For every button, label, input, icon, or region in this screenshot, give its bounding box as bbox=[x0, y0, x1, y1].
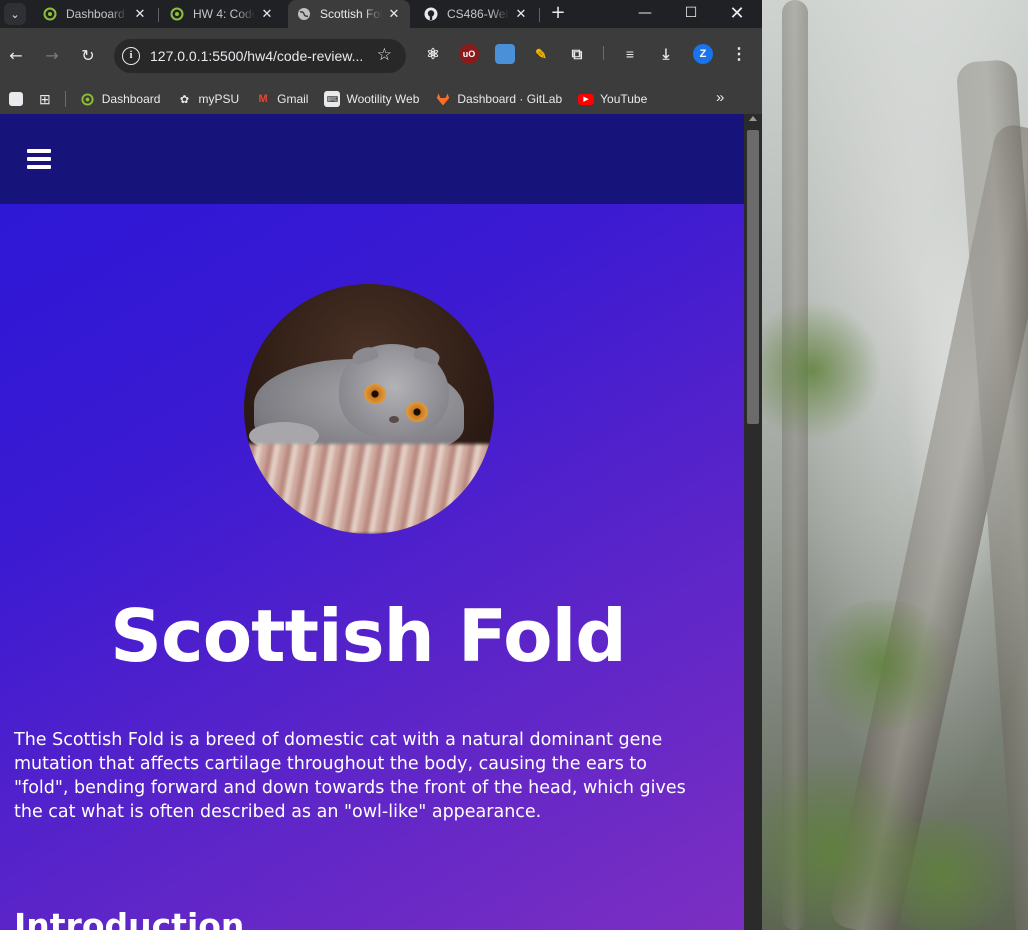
canvas-icon bbox=[42, 6, 58, 22]
gitlab-icon bbox=[435, 91, 451, 107]
tab-hw4[interactable]: HW 4: Code Review ✕ bbox=[161, 0, 283, 28]
notes-extension-icon[interactable]: ✎ bbox=[531, 44, 551, 64]
puzzle-icon[interactable]: ⧉ bbox=[567, 44, 587, 64]
forward-button[interactable]: → bbox=[38, 42, 66, 70]
github-icon bbox=[423, 6, 439, 22]
tab-dashboard[interactable]: Dashboard ✕ bbox=[34, 0, 156, 28]
intro-paragraph: The Scottish Fold is a breed of domestic… bbox=[14, 730, 686, 822]
site-info-icon[interactable]: i bbox=[122, 47, 140, 65]
bookmark-label: Dashboard bbox=[101, 92, 161, 106]
desktop-wallpaper bbox=[762, 0, 1028, 930]
extension-icon[interactable] bbox=[495, 44, 515, 64]
bookmark-star-icon[interactable]: ☆ bbox=[377, 45, 392, 65]
profile-avatar[interactable]: Z bbox=[693, 44, 713, 64]
canvas-icon bbox=[80, 91, 96, 107]
bookmark-wootility[interactable]: ⌨ Wootility Web bbox=[324, 91, 419, 107]
close-icon[interactable]: ✕ bbox=[513, 6, 529, 22]
tab-title: HW 4: Code Review bbox=[193, 7, 255, 21]
minimize-button[interactable]: — bbox=[622, 0, 668, 28]
browser-toolbar: ← → ↻ i 127.0.0.1:5500/hw4/code-review..… bbox=[0, 28, 762, 84]
download-icon[interactable]: ⤓ bbox=[656, 44, 676, 64]
tab-title: Scottish Fold bbox=[320, 7, 382, 21]
back-button[interactable]: ← bbox=[2, 42, 30, 70]
bookmark-label: Dashboard · GitLab bbox=[457, 92, 563, 106]
section-heading: Introduction bbox=[14, 906, 245, 930]
page-navbar bbox=[0, 114, 744, 204]
page-scrollbar[interactable] bbox=[744, 114, 762, 930]
menu-dots-icon[interactable]: ⋮ bbox=[729, 44, 749, 64]
address-bar[interactable]: i 127.0.0.1:5500/hw4/code-review... ☆ bbox=[114, 39, 406, 73]
scrollbar-thumb[interactable] bbox=[747, 130, 759, 424]
page-viewport: Scottish Fold The Scottish Fold is a bre… bbox=[0, 114, 744, 930]
ublock-icon[interactable]: uO bbox=[459, 44, 479, 64]
maximize-button[interactable]: ☐ bbox=[668, 0, 714, 28]
tab-title: Dashboard bbox=[66, 7, 125, 21]
scottish-fold-cat-image bbox=[244, 284, 494, 534]
react-devtools-icon[interactable]: ⚛ bbox=[423, 44, 443, 64]
globe-icon bbox=[296, 6, 312, 22]
window-close-button[interactable]: ✕ bbox=[714, 0, 760, 28]
bookmark-label: Gmail bbox=[277, 92, 309, 106]
close-icon[interactable]: ✕ bbox=[386, 6, 402, 22]
apps-grid-icon[interactable]: ⊞ bbox=[39, 91, 51, 108]
tab-title: CS486-Web bbox=[447, 7, 509, 21]
wootility-icon: ⌨ bbox=[324, 91, 341, 107]
media-queue-icon[interactable]: ≡ bbox=[620, 44, 640, 64]
bookmark-label: YouTube bbox=[600, 92, 648, 106]
bookmark-label: Wootility Web bbox=[346, 92, 420, 106]
tab-strip: ⌄ Dashboard ✕ HW 4: Code Review ✕ Scotti… bbox=[0, 0, 762, 28]
tab-scottish-fold[interactable]: Scottish Fold ✕ bbox=[288, 0, 410, 28]
bookmark-gitlab[interactable]: Dashboard · GitLab bbox=[435, 91, 562, 107]
browser-window: ⌄ Dashboard ✕ HW 4: Code Review ✕ Scotti… bbox=[0, 0, 762, 930]
tab-search-button[interactable]: ⌄ bbox=[4, 3, 26, 25]
page-title: Scottish Fold bbox=[110, 594, 627, 678]
close-icon[interactable]: ✕ bbox=[132, 6, 148, 22]
scroll-up-arrow-icon[interactable] bbox=[749, 116, 757, 121]
bookmark-mypsu[interactable]: ✿ myPSU bbox=[176, 91, 239, 107]
apps-square-icon[interactable] bbox=[9, 92, 23, 106]
canvas-icon bbox=[169, 6, 185, 22]
youtube-icon: ▶ bbox=[578, 93, 595, 105]
bookmark-dashboard[interactable]: Dashboard bbox=[80, 91, 161, 107]
bookmark-youtube[interactable]: ▶ YouTube bbox=[578, 92, 647, 106]
bookmark-gmail[interactable]: M Gmail bbox=[255, 91, 309, 107]
address-url: 127.0.0.1:5500/hw4/code-review... bbox=[150, 48, 364, 64]
bookmark-label: myPSU bbox=[198, 92, 240, 106]
bookmarks-bar: ⊞ Dashboard ✿ myPSU M Gmail ⌨ Wootility … bbox=[0, 84, 762, 114]
psu-icon: ✿ bbox=[179, 93, 190, 106]
reload-button[interactable]: ↻ bbox=[74, 42, 102, 70]
tab-cs486[interactable]: CS486-Web ✕ bbox=[415, 0, 537, 28]
gmail-icon: M bbox=[258, 93, 268, 105]
new-tab-button[interactable]: + bbox=[546, 2, 570, 26]
hamburger-menu-icon[interactable] bbox=[27, 149, 51, 169]
close-icon[interactable]: ✕ bbox=[259, 6, 275, 22]
more-bookmarks-icon[interactable]: » bbox=[716, 89, 724, 106]
